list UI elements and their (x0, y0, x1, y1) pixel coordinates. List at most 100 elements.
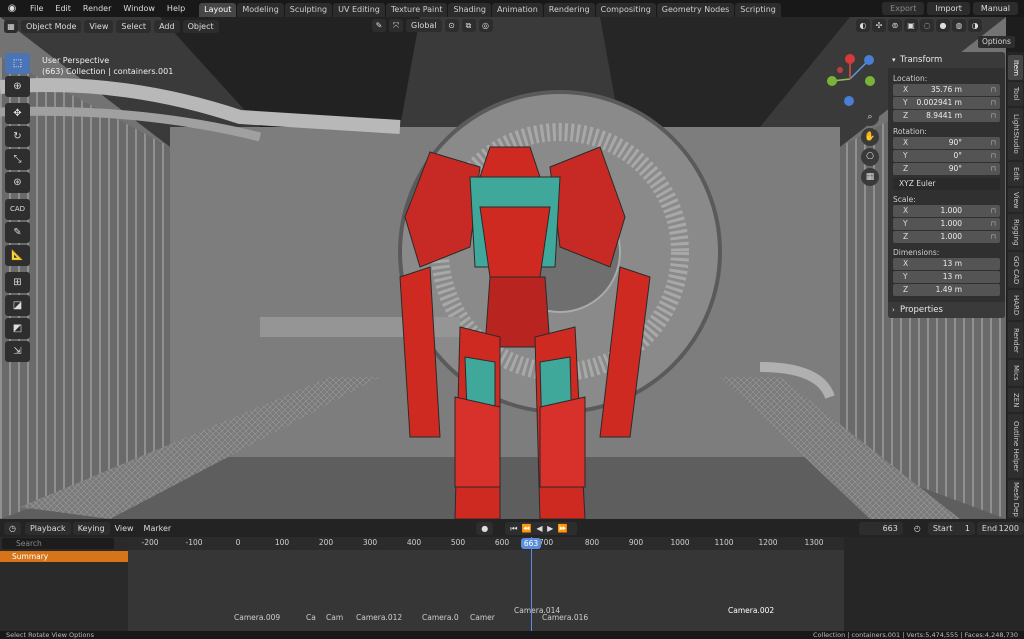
view-menu[interactable]: View (84, 19, 114, 33)
pan-view-icon[interactable]: ✋ (861, 128, 879, 146)
import-button[interactable]: Import (927, 2, 970, 15)
location-y-field[interactable]: Y 0.002941 m ⊓ (893, 97, 1000, 109)
cursor-tool-icon[interactable]: ⊕ (5, 76, 30, 97)
sidebar-tab-item[interactable]: Item (1008, 55, 1023, 80)
marker-label[interactable]: Camera.002 (728, 606, 774, 615)
clock-icon[interactable]: ◴ (909, 522, 926, 535)
tab-geometry-nodes[interactable]: Geometry Nodes (656, 3, 735, 17)
rotation-x-field[interactable]: X 90° ⊓ (893, 137, 1000, 149)
menu-edit[interactable]: Edit (49, 0, 77, 17)
measure-tool-icon[interactable]: 📐 (5, 245, 30, 266)
timeline-keyframe-area[interactable]: Camera.009 Ca Cam Camera.012 Camera.0 Ca… (128, 550, 844, 631)
rotate-tool-icon[interactable]: ↻ (5, 126, 30, 147)
sidebar-tab-outline-helper[interactable]: Outline Helper (1008, 414, 1023, 478)
sidebar-tab-go-cad[interactable]: GO CAD (1008, 252, 1023, 288)
sidebar-tab-mics[interactable]: Mics (1008, 360, 1023, 386)
tab-compositing[interactable]: Compositing (595, 3, 656, 17)
pivot-icon[interactable]: ⊙ (444, 19, 459, 32)
transform-tool-icon[interactable]: ⊛ (5, 172, 30, 193)
channel-search-input[interactable]: Search (2, 538, 114, 549)
transform-header[interactable]: ▾ Transform (888, 52, 1005, 68)
menu-help[interactable]: Help (161, 0, 191, 17)
object-menu[interactable]: Object (182, 19, 219, 33)
lock-icon[interactable]: ⊓ (991, 205, 996, 217)
lock-icon[interactable]: ⊓ (991, 84, 996, 96)
sidebar-tab-mesh-dep[interactable]: Mesh Dep (1008, 480, 1023, 518)
frame-ruler[interactable]: -200 -100 0 100 200 300 400 500 600 700 … (128, 537, 844, 550)
rotation-z-field[interactable]: Z 90° ⊓ (893, 163, 1000, 175)
marker-label[interactable]: Cam (326, 613, 343, 622)
gizmo-icon[interactable]: ✣ (872, 19, 886, 32)
tab-sculpting[interactable]: Sculpting (284, 3, 333, 17)
ortho-toggle-icon[interactable]: ▦ (861, 168, 879, 186)
sidebar-tab-render[interactable]: Render (1008, 322, 1023, 358)
lock-icon[interactable]: ⊓ (991, 150, 996, 162)
location-x-field[interactable]: X 35.76 m ⊓ (893, 84, 1000, 96)
select-box-tool-icon[interactable]: ⬚ (5, 53, 30, 74)
select-menu[interactable]: Select (116, 19, 152, 33)
lock-icon[interactable]: ⊓ (991, 163, 996, 175)
xray-icon[interactable]: ▣ (904, 19, 918, 32)
sidebar-tab-lightstudio[interactable]: LightStudio (1008, 108, 1023, 160)
shading-material-icon[interactable]: ◍ (952, 19, 966, 32)
dimensions-z-field[interactable]: Z 1.49 m (893, 284, 1000, 296)
sidebar-tab-zen[interactable]: ZEN (1008, 388, 1023, 412)
add-cube-tool-icon[interactable]: ⊞ (5, 272, 30, 293)
keying-menu[interactable]: Keying (72, 521, 110, 535)
add-menu[interactable]: Add (154, 19, 180, 33)
shading-rendered-icon[interactable]: ◑ (968, 19, 982, 32)
record-icon[interactable]: ● (476, 521, 494, 535)
rotation-mode-dropdown[interactable]: XYZ Euler (893, 178, 1000, 190)
snap-icon[interactable]: ⧉ (461, 19, 476, 32)
shading-solid-icon[interactable]: ● (936, 19, 950, 32)
sidebar-tab-rigging[interactable]: Rigging (1008, 214, 1023, 250)
marker-label[interactable]: Camera.009 (234, 613, 280, 622)
dimensions-y-field[interactable]: Y 13 m (893, 271, 1000, 283)
lock-icon[interactable]: ⊓ (991, 231, 996, 243)
playhead-frame-indicator[interactable]: 663 (521, 538, 541, 549)
export-button[interactable]: Export (882, 2, 925, 15)
summary-channel[interactable]: Summary (0, 551, 128, 562)
extrude-tool-icon[interactable]: ◪ (5, 295, 30, 316)
marker-label[interactable]: Camera.0 (422, 613, 459, 622)
scale-z-field[interactable]: Z 1.000 ⊓ (893, 231, 1000, 243)
current-frame-field[interactable]: 663 (859, 521, 903, 535)
start-frame-field[interactable]: Start 1 (927, 521, 975, 535)
scale-tool-icon[interactable]: ⤡ (5, 149, 30, 170)
lock-icon[interactable]: ⊓ (991, 218, 996, 230)
options-dropdown[interactable]: Options (978, 36, 1015, 48)
timeline-view-menu[interactable]: View (110, 522, 139, 535)
zoom-view-icon[interactable]: ⌕ (861, 108, 879, 126)
menu-window[interactable]: Window (117, 0, 161, 17)
sidebar-tab-hard[interactable]: HARD (1008, 290, 1023, 320)
scale-x-field[interactable]: X 1.000 ⊓ (893, 205, 1000, 217)
marker-label[interactable]: Camera.016 (542, 613, 588, 622)
dimensions-x-field[interactable]: X 13 m (893, 258, 1000, 270)
rotation-y-field[interactable]: Y 0° ⊓ (893, 150, 1000, 162)
end-frame-field[interactable]: End 1200 (976, 521, 1024, 535)
cad-tool-icon[interactable]: CAD (5, 199, 30, 220)
tab-texture-paint[interactable]: Texture Paint (385, 3, 448, 17)
bevel-tool-icon[interactable]: ◩ (5, 318, 30, 339)
menu-file[interactable]: File (24, 0, 49, 17)
timeline-editor-type-icon[interactable]: ◷ (4, 521, 21, 535)
marker-label[interactable]: Camera.012 (356, 613, 402, 622)
move-tool-icon[interactable]: ✥ (5, 103, 30, 124)
sidebar-tab-edit[interactable]: Edit (1008, 162, 1023, 186)
tab-modeling[interactable]: Modeling (237, 3, 284, 17)
manual-button[interactable]: Manual (972, 2, 1018, 15)
overlay-icon[interactable]: ⊚ (888, 19, 902, 32)
location-z-field[interactable]: Z 8.9441 m ⊓ (893, 110, 1000, 122)
lock-icon[interactable]: ⊓ (991, 110, 996, 122)
playback-controls-icon[interactable]: ⏮ ⏪ ◀ ▶ ⏩ ⏭ (505, 521, 578, 546)
editor-type-icon[interactable]: ▦ (4, 19, 18, 33)
tab-uv-editing[interactable]: UV Editing (333, 3, 385, 17)
marker-label[interactable]: Ca (306, 613, 316, 622)
properties-header[interactable]: › Properties (888, 302, 1005, 318)
marker-label[interactable]: Camer (470, 613, 495, 622)
navigation-gizmo-icon[interactable] (822, 44, 878, 110)
tab-layout[interactable]: Layout (199, 3, 237, 17)
lock-icon[interactable]: ⊓ (991, 137, 996, 149)
visibility-icon[interactable]: ◐ (856, 19, 870, 32)
mode-dropdown[interactable]: Object Mode (21, 19, 82, 33)
